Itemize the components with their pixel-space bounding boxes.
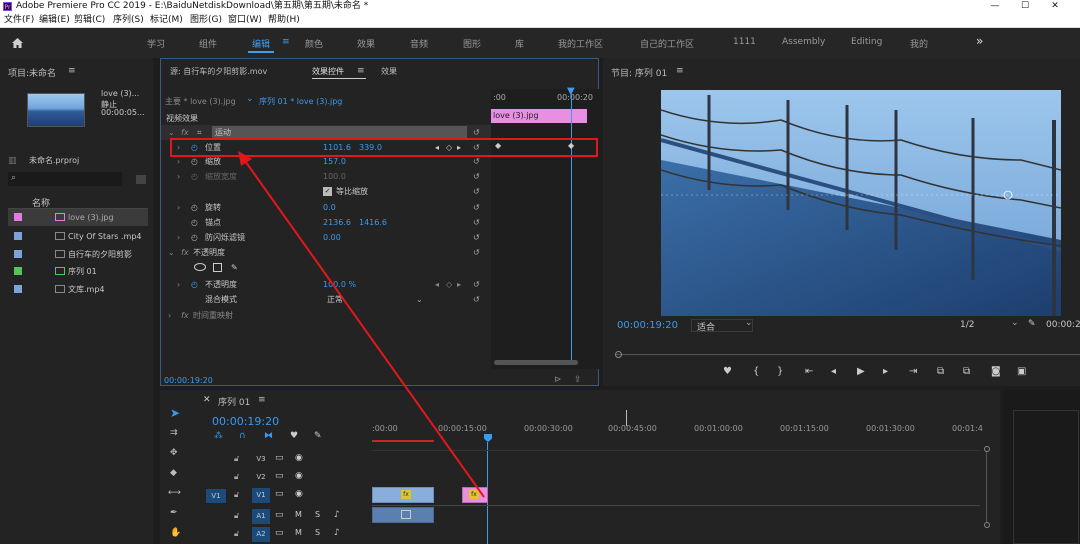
annotation-arrow [238, 151, 485, 498]
